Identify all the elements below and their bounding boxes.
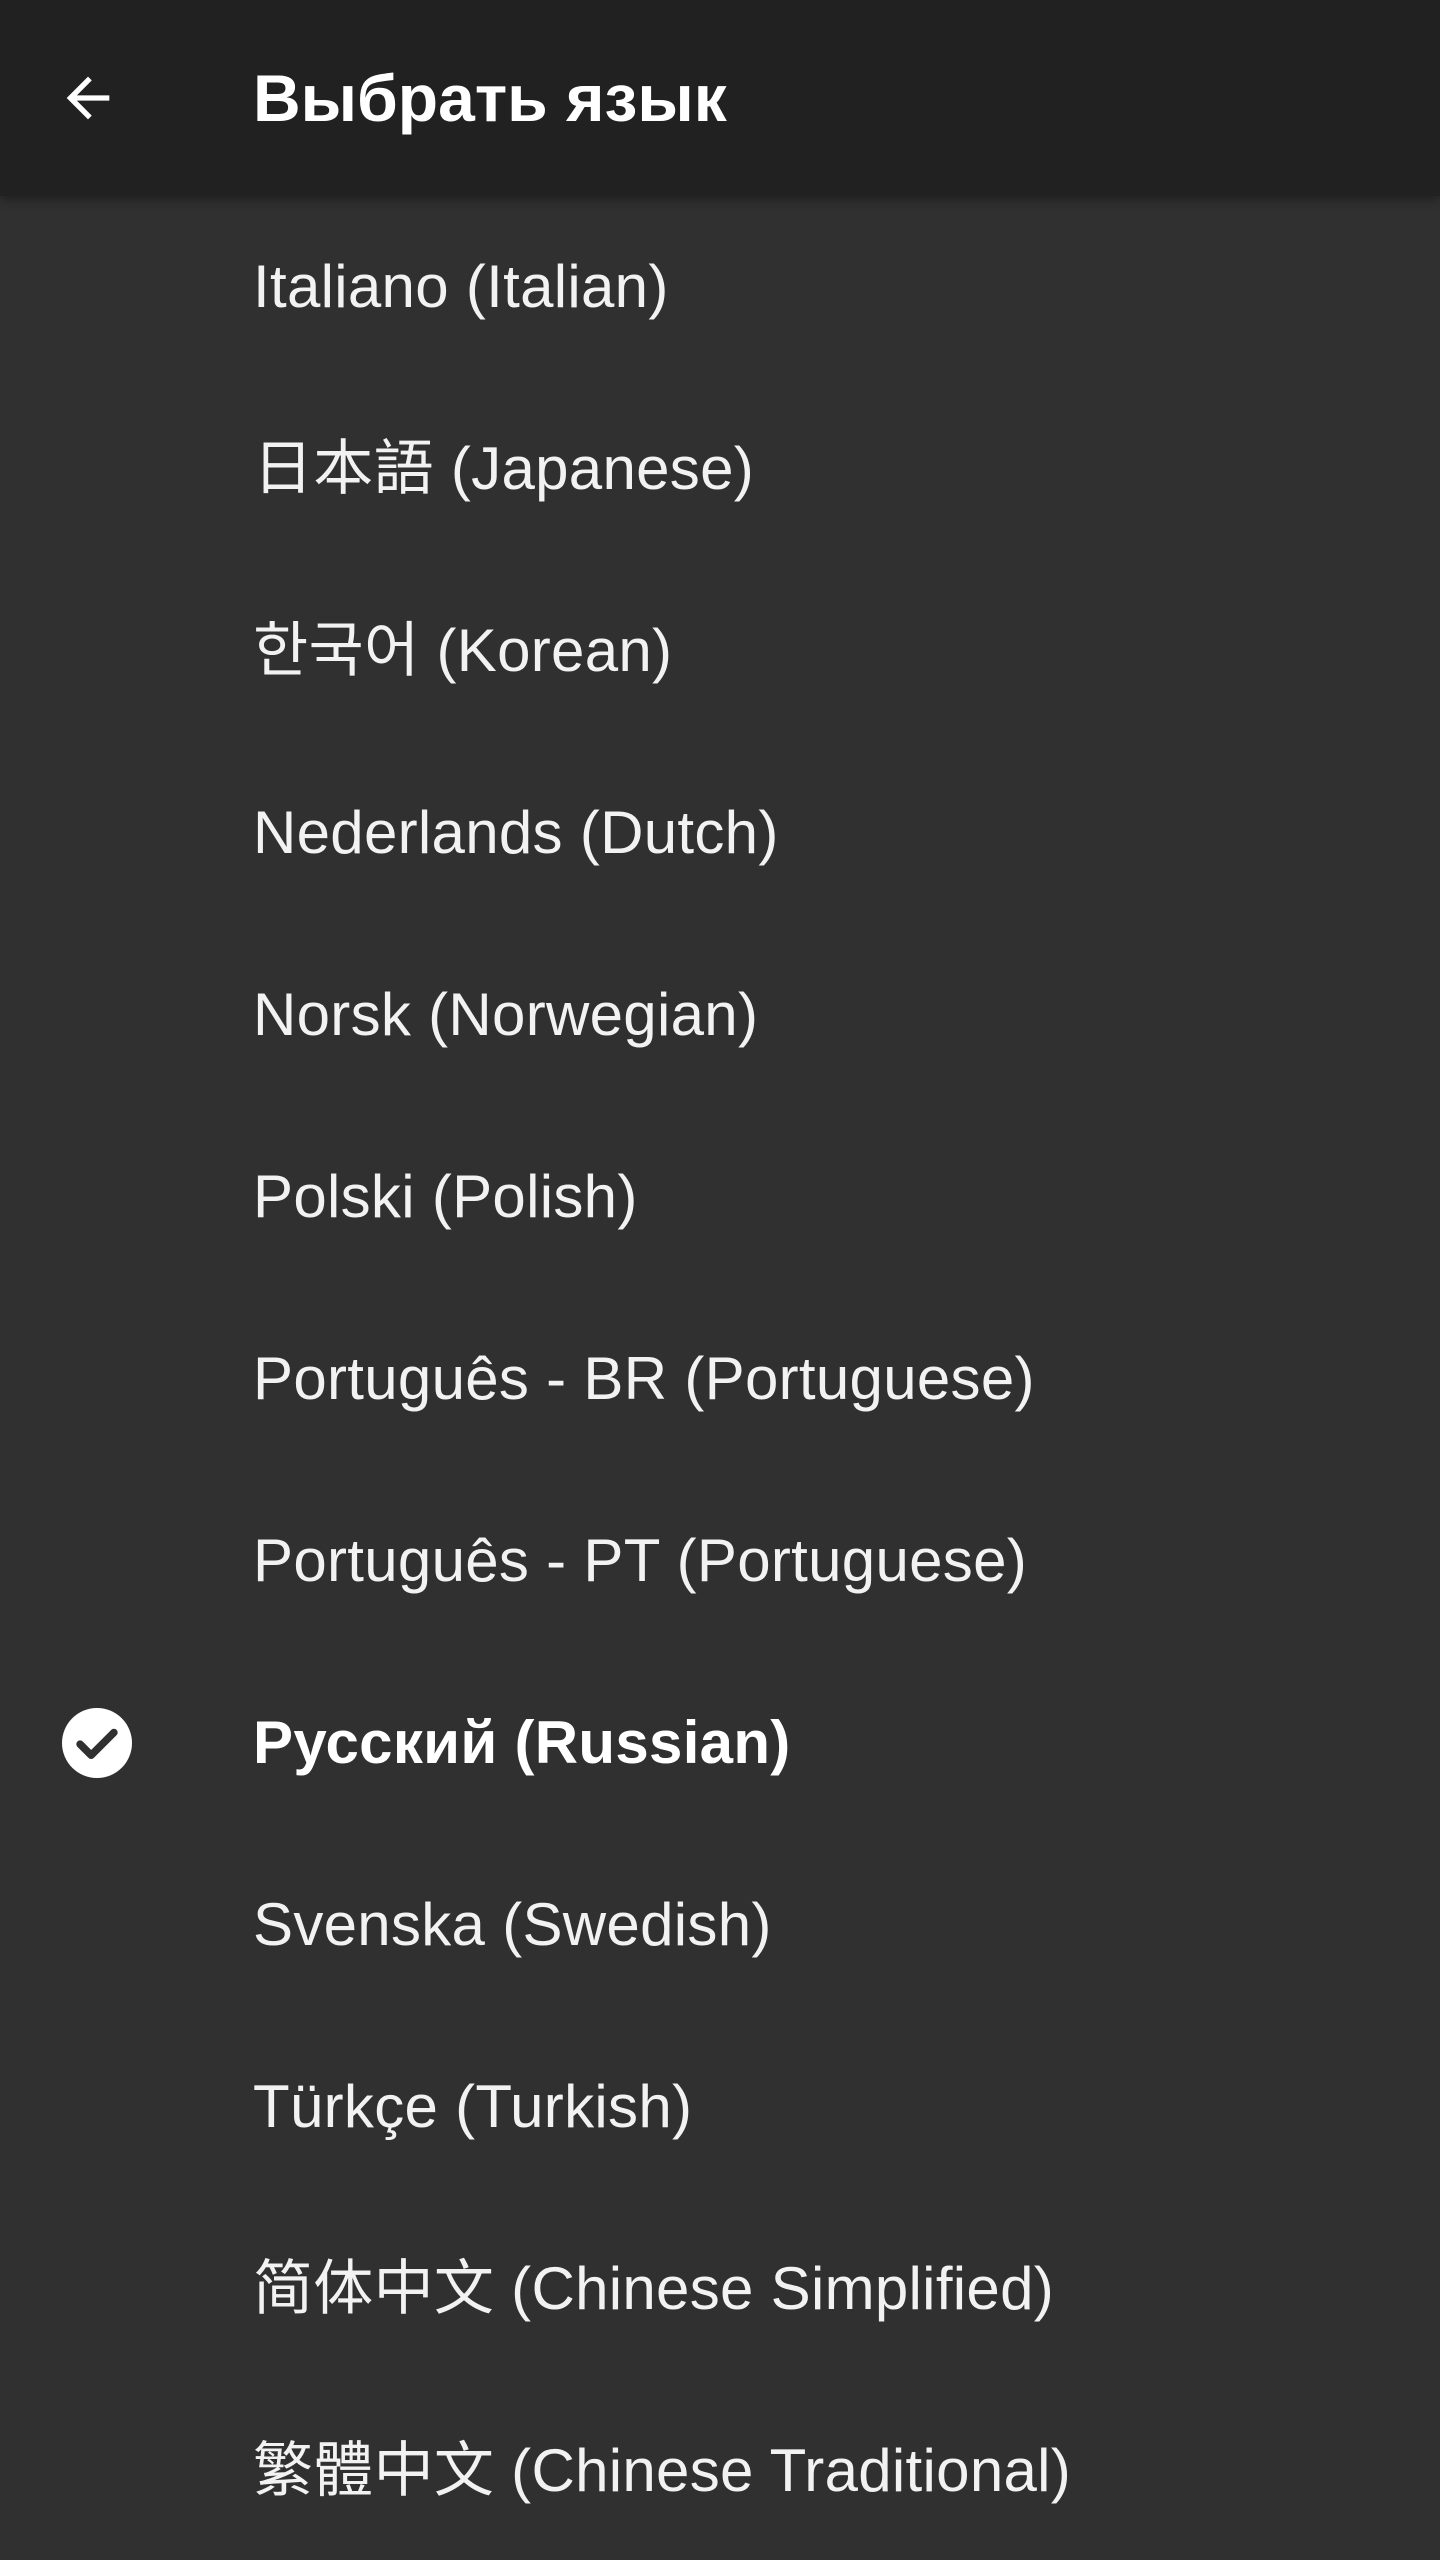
language-item-portuguese-pt[interactable]: Português - PT (Portuguese) [0,1470,1440,1652]
language-item-italian[interactable]: Italiano (Italian) [0,196,1440,378]
language-label: Polski (Polish) [253,1163,638,1230]
language-label: 한국어 (Korean) [253,617,673,684]
language-list: Italiano (Italian) 日本語 (Japanese) 한국어 (K… [0,196,1440,2560]
language-item-turkish[interactable]: Türkçe (Turkish) [0,2016,1440,2198]
check-circle-icon [62,1708,132,1778]
language-label: 简体中文 (Chinese Simplified) [253,2255,1055,2322]
language-label: 繁體中文 (Chinese Traditional) [253,2437,1072,2504]
language-item-chinese-simplified[interactable]: 简体中文 (Chinese Simplified) [0,2198,1440,2380]
language-label: Português - PT (Portuguese) [253,1527,1028,1594]
app-bar: Выбрать язык [0,0,1440,196]
language-item-japanese[interactable]: 日本語 (Japanese) [0,378,1440,560]
language-item-portuguese-br[interactable]: Português - BR (Portuguese) [0,1288,1440,1470]
language-label: Svenska (Swedish) [253,1891,772,1958]
language-item-norwegian[interactable]: Norsk (Norwegian) [0,924,1440,1106]
back-button[interactable] [38,48,138,148]
language-item-dutch[interactable]: Nederlands (Dutch) [0,742,1440,924]
language-label: 日本語 (Japanese) [253,435,755,502]
language-label: Nederlands (Dutch) [253,799,779,866]
language-item-swedish[interactable]: Svenska (Swedish) [0,1834,1440,2016]
language-label: Italiano (Italian) [253,253,669,320]
language-item-polish[interactable]: Polski (Polish) [0,1106,1440,1288]
language-label: Português - BR (Portuguese) [253,1345,1035,1412]
arrow-back-icon [66,76,110,120]
language-label: Türkçe (Turkish) [253,2073,693,2140]
page-title: Выбрать язык [253,61,727,135]
language-item-russian[interactable]: Русский (Russian) [0,1652,1440,1834]
language-item-chinese-traditional[interactable]: 繁體中文 (Chinese Traditional) [0,2380,1440,2560]
language-item-korean[interactable]: 한국어 (Korean) [0,560,1440,742]
language-label: Русский (Russian) [253,1709,791,1776]
language-label: Norsk (Norwegian) [253,981,759,1048]
